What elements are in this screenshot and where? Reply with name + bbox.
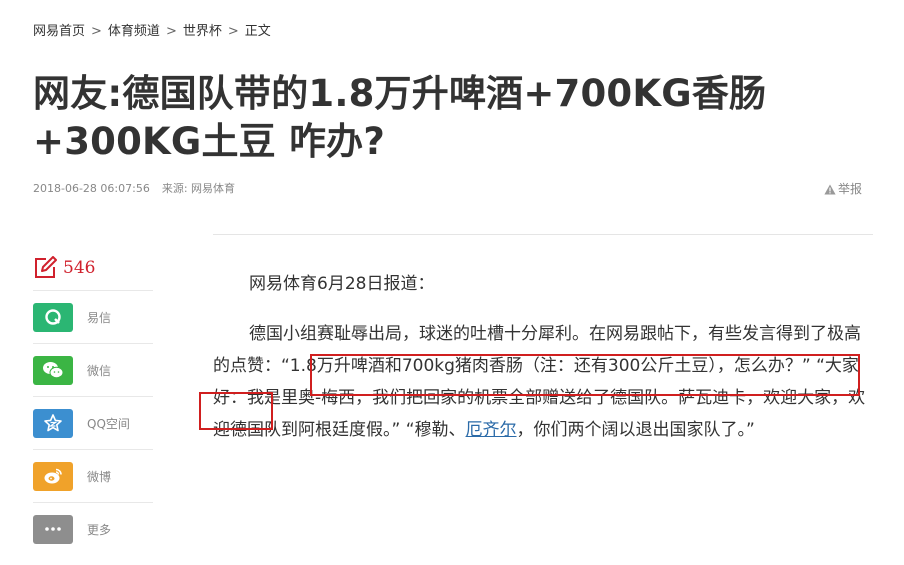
- breadcrumb-worldcup[interactable]: 世界杯: [183, 24, 222, 39]
- share-sidebar: 546 易信 微信 QQ空间 微博 更多: [33, 254, 153, 555]
- share-yixin-label: 易信: [87, 310, 112, 325]
- breadcrumb-separator: >: [165, 24, 177, 39]
- report-button[interactable]: 举报: [824, 180, 862, 197]
- share-qzone[interactable]: QQ空间: [33, 397, 153, 450]
- breadcrumb-separator: >: [227, 24, 239, 39]
- highlight-box: [199, 392, 273, 430]
- player-link-ozil[interactable]: 厄齐尔: [466, 420, 517, 440]
- share-weibo-label: 微博: [87, 469, 112, 484]
- more-icon: [33, 514, 73, 544]
- share-qzone-label: QQ空间: [87, 416, 130, 431]
- article-source: 来源: 网易体育: [161, 182, 236, 195]
- report-label: 举报: [837, 182, 862, 196]
- share-wechat[interactable]: 微信: [33, 344, 153, 397]
- share-yixin[interactable]: 易信: [33, 291, 153, 344]
- publish-time: 2018-06-28 06:07:56: [33, 182, 150, 195]
- share-wechat-label: 微信: [87, 363, 112, 378]
- comment-count: 546: [63, 258, 96, 278]
- yixin-icon: [33, 302, 73, 332]
- share-more[interactable]: 更多: [33, 503, 153, 555]
- warning-icon: [824, 184, 836, 195]
- breadcrumb-separator: >: [91, 24, 102, 39]
- paragraph-text: ，你们两个阔以退出国家队了。”: [516, 420, 755, 440]
- share-more-label: 更多: [87, 522, 112, 537]
- highlight-box: [310, 354, 860, 396]
- comment-edit-icon: [35, 256, 57, 278]
- header-divider: [213, 234, 873, 235]
- breadcrumb: 网易首页 > 体育频道 > 世界杯 > 正文: [33, 20, 271, 39]
- weibo-icon: [33, 461, 73, 491]
- wechat-icon: [33, 355, 73, 385]
- article-meta: 2018-06-28 06:07:56 来源: 网易体育: [33, 180, 235, 196]
- breadcrumb-home[interactable]: 网易首页: [33, 24, 85, 39]
- comment-count-button[interactable]: 546: [33, 254, 153, 291]
- article-title: 网友:德国队带的1.8万升啤酒+700KG香肠+300KG土豆 咋办?: [33, 72, 767, 163]
- breadcrumb-current: 正文: [244, 24, 271, 39]
- breadcrumb-sports[interactable]: 体育频道: [108, 24, 160, 39]
- share-weibo[interactable]: 微博: [33, 450, 153, 503]
- article-paragraph: 网易体育6月28日报道：: [249, 274, 435, 294]
- qzone-icon: [33, 408, 73, 438]
